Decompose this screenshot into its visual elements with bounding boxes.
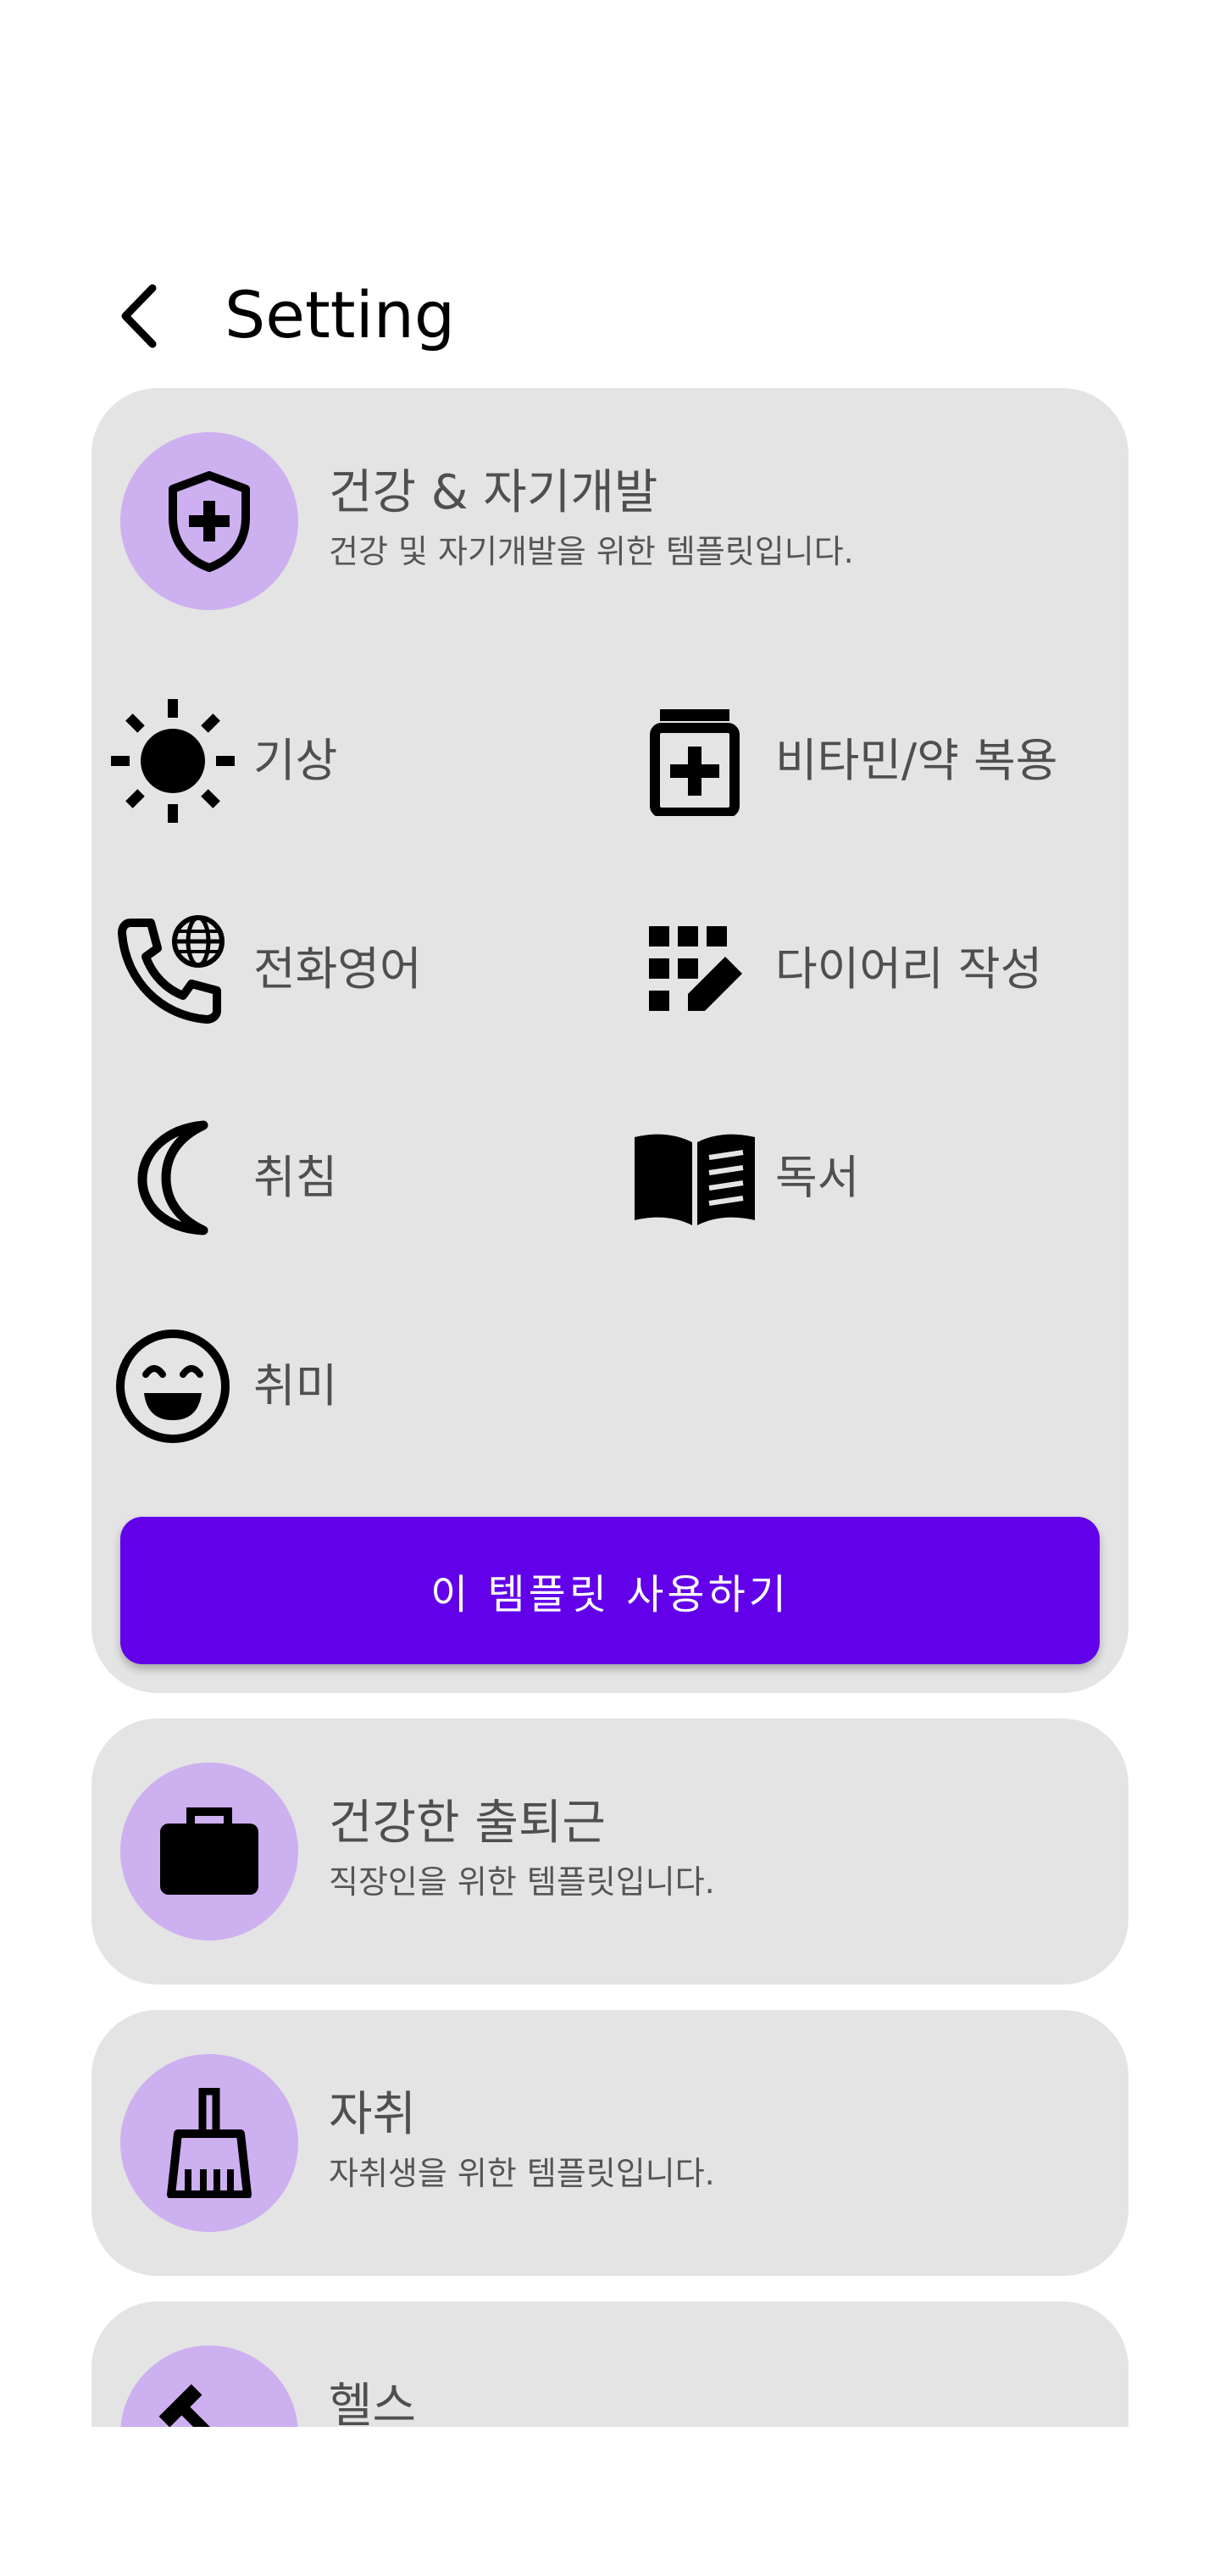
- template-item-phone-english[interactable]: 전화영어: [105, 902, 613, 1037]
- open-book-icon: [627, 1110, 762, 1246]
- template-title: 자취: [329, 2087, 417, 2142]
- template-title: 건강한 출퇴근: [329, 1796, 606, 1851]
- template-avatar: [120, 2054, 298, 2232]
- briefcase-icon: [160, 1807, 258, 1895]
- template-card-fitness[interactable]: 헬스: [92, 2301, 1128, 2427]
- template-avatar: [120, 1763, 298, 1940]
- template-title: 헬스: [329, 2379, 417, 2427]
- template-item-wake[interactable]: 기상: [105, 693, 613, 829]
- template-item-label: 전화영어: [253, 942, 422, 996]
- template-item-label: 비타민/약 복용: [775, 734, 1058, 787]
- sun-icon: [105, 693, 241, 829]
- smile-icon: [105, 1319, 241, 1454]
- shield-plus-icon: [169, 471, 250, 572]
- template-item-label: 독서: [775, 1151, 860, 1204]
- template-avatar: [120, 432, 298, 610]
- template-item-label: 취미: [253, 1359, 338, 1413]
- template-avatar: [120, 2346, 298, 2427]
- medication-icon: [627, 693, 762, 829]
- bottom-blank-area: [0, 2427, 1220, 2576]
- template-title: 건강 & 자기개발: [329, 465, 658, 520]
- template-item-label: 다이어리 작성: [775, 942, 1043, 996]
- template-description: 자취생을 위한 템플릿입니다.: [329, 2155, 715, 2192]
- template-item-vitamin[interactable]: 비타민/약 복용: [627, 693, 1128, 829]
- moon-icon: [105, 1110, 241, 1246]
- page-title: Setting: [225, 277, 456, 353]
- broom-icon: [167, 2088, 252, 2198]
- template-list[interactable]: 건강 & 자기개발 건강 및 자기개발을 위한 템플릿입니다. 기상 비타민/약…: [0, 388, 1220, 2427]
- template-card-commute[interactable]: 건강한 출퇴근 직장인을 위한 템플릿입니다.: [92, 1718, 1128, 1985]
- chevron-left-icon: [121, 284, 157, 348]
- template-item-sleep[interactable]: 취침: [105, 1110, 613, 1246]
- grid-pen-icon: [627, 902, 762, 1037]
- template-card-living-alone[interactable]: 자취 자취생을 위한 템플릿입니다.: [92, 2010, 1128, 2276]
- use-template-button[interactable]: 이 템플릿 사용하기: [120, 1517, 1100, 1664]
- template-item-label: 취침: [253, 1151, 338, 1204]
- back-button[interactable]: [102, 278, 178, 354]
- phone-globe-icon: [105, 902, 241, 1037]
- template-card-header[interactable]: 헬스: [120, 2346, 1103, 2427]
- template-card-header[interactable]: 건강 & 자기개발 건강 및 자기개발을 위한 템플릿입니다.: [120, 432, 1103, 610]
- template-item-hobby[interactable]: 취미: [105, 1319, 613, 1454]
- app-bar: Setting: [0, 254, 1220, 373]
- template-description: 건강 및 자기개발을 위한 템플릿입니다.: [329, 533, 854, 570]
- template-card-header[interactable]: 자취 자취생을 위한 템플릿입니다.: [120, 2054, 1103, 2232]
- template-item-reading[interactable]: 독서: [627, 1110, 1128, 1246]
- template-item-label: 기상: [253, 734, 338, 787]
- template-card-header[interactable]: 건강한 출퇴근 직장인을 위한 템플릿입니다.: [120, 1763, 1103, 1940]
- template-item-diary[interactable]: 다이어리 작성: [627, 902, 1128, 1037]
- template-card-health[interactable]: 건강 & 자기개발 건강 및 자기개발을 위한 템플릿입니다. 기상 비타민/약…: [92, 388, 1128, 1693]
- template-description: 직장인을 위한 템플릿입니다.: [329, 1863, 715, 1901]
- dumbbell-icon: [158, 2384, 241, 2427]
